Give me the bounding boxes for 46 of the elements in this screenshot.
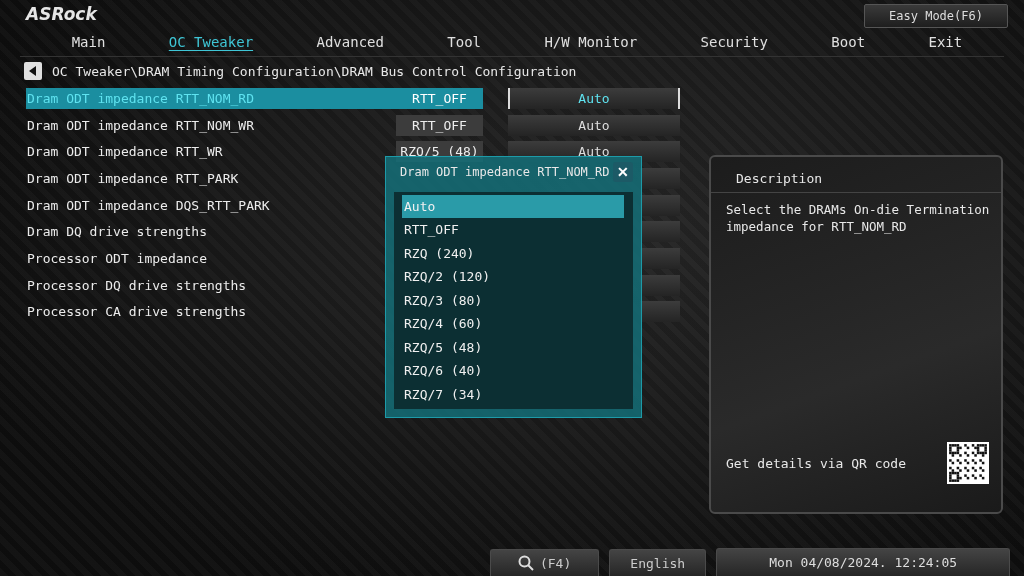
setting-value-button[interactable]: Auto (508, 114, 680, 136)
setting-item[interactable]: Dram ODT impedance RTT_NOM_RD RTT_OFF (26, 87, 483, 109)
date-time: Mon 04/08/2024. 12:24:05 (716, 548, 1010, 576)
setting-label: Dram ODT impedance RTT_NOM_WR (26, 117, 254, 133)
setting-label: Dram ODT impedance RTT_NOM_RD (26, 90, 254, 106)
option-item[interactable]: RZQ/4 (60) (402, 312, 624, 336)
easy-mode-button[interactable]: Easy Mode(F6) (864, 4, 1008, 28)
back-button[interactable] (24, 62, 42, 80)
back-icon (29, 66, 37, 76)
setting-value-button[interactable] (640, 194, 680, 216)
setting-value-button[interactable] (640, 301, 680, 323)
option-item[interactable]: RZQ/5 (48) (402, 335, 624, 359)
current-value: RTT_OFF (396, 114, 483, 136)
menu-tab[interactable]: Main (67, 32, 110, 52)
menu-tab[interactable]: Boot (827, 32, 870, 52)
option-item[interactable]: RZQ/6 (40) (402, 359, 624, 383)
setting-value-button[interactable] (640, 274, 680, 296)
description-title: Description (711, 157, 1001, 193)
option-item[interactable]: RZQ/3 (80) (402, 288, 624, 312)
current-value: RTT_OFF (411, 89, 468, 108)
option-item[interactable]: RZQ/7 (34) (402, 382, 624, 406)
setting-value-button[interactable] (640, 247, 680, 269)
setting-value-button[interactable] (640, 221, 680, 243)
menu-tab[interactable]: Tool (443, 32, 486, 52)
option-item[interactable]: RZQ/2 (120) (402, 265, 624, 289)
menu-tab[interactable]: H/W Monitor (540, 32, 642, 52)
search-icon (517, 555, 534, 571)
option-item[interactable]: RTT_OFF (402, 218, 624, 242)
qr-code-icon (947, 442, 989, 484)
search-button[interactable]: (F4) (490, 549, 600, 576)
close-button[interactable]: ✕ (613, 162, 633, 183)
language-button[interactable]: English (609, 549, 707, 576)
logo: ASRock (26, 4, 97, 24)
breadcrumb: OC Tweaker\DRAM Timing Configuration\DRAM Bus Control Configuration (52, 63, 577, 79)
description-text: Select the DRAMs On-die Termination impedance for RTT_NOM_RD (725, 201, 991, 236)
menu-tab[interactable]: Advanced (312, 32, 388, 52)
setting-value-button[interactable] (640, 167, 680, 189)
setting-value-button[interactable]: Auto (508, 87, 680, 109)
setting-label: Dram ODT impedance RTT_WR (26, 144, 223, 160)
menu-tab[interactable]: Security (696, 32, 772, 52)
popup-title: Dram ODT impedance RTT_NOM_RD (400, 165, 610, 180)
menu-tab[interactable]: Exit (924, 32, 967, 52)
menu-tab[interactable]: OC Tweaker (164, 32, 258, 52)
qr-hint: Get details via QR code (726, 455, 906, 471)
option-item[interactable]: RZQ (240) (402, 241, 624, 265)
setting-item[interactable]: Dram ODT impedance RTT_NOM_WR RTT_OFF (26, 114, 483, 136)
